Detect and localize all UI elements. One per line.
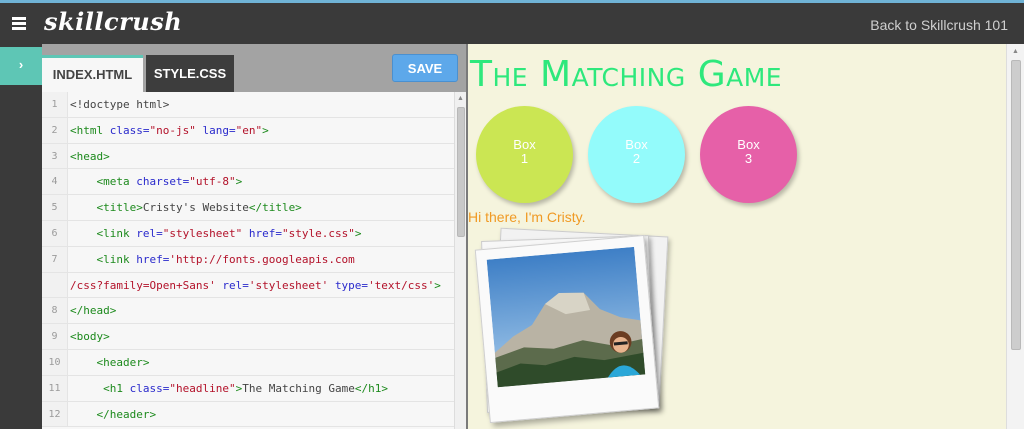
line-number: 9 — [42, 324, 68, 349]
code-line: 8 </head> — [42, 298, 454, 325]
skillcrush-logo[interactable]: skillcrush — [44, 7, 182, 36]
scroll-up-arrow-icon[interactable]: ▲ — [1012, 48, 1019, 55]
tab-bar: INDEX.HTML STYLE.CSS SAVE — [42, 44, 466, 92]
save-button[interactable]: SAVE — [392, 54, 458, 82]
box-number: 1 — [520, 151, 529, 166]
photo-stack — [474, 227, 672, 424]
code-text: <header> — [96, 355, 150, 369]
preview-scrollbar[interactable]: ▲ — [1006, 44, 1024, 429]
profile-photo — [474, 234, 660, 424]
line-number: 1 — [42, 92, 68, 117]
box-1[interactable]: Box 1 — [476, 106, 573, 203]
box-3[interactable]: Box 3 — [700, 106, 797, 203]
line-number: 6 — [42, 220, 68, 246]
tab-index-html[interactable]: INDEX.HTML — [42, 55, 143, 92]
box-2[interactable]: Box 2 — [588, 106, 685, 203]
box-label: Box — [625, 137, 648, 152]
line-number: 10 — [42, 349, 68, 375]
back-link[interactable]: Back to Skillcrush 101 — [870, 17, 1008, 33]
box-label: Box — [513, 137, 536, 152]
top-bar: skillcrush Back to Skillcrush 101 — [0, 0, 1024, 44]
code-line: 12 </header> — [42, 401, 454, 428]
greeting-text: Hi there, I'm Cristy. — [468, 209, 586, 225]
code-line: 3 <head> — [42, 143, 454, 170]
code-text: <title>Cristy's Website</title> — [96, 201, 302, 215]
editor-scrollbar[interactable]: ▲ — [454, 92, 466, 429]
line-number: 3 — [42, 143, 68, 169]
code-text: </header> — [96, 407, 157, 421]
code-text: <html class="no-js" lang="en"> — [70, 123, 269, 137]
tab-style-css[interactable]: STYLE.CSS — [146, 55, 234, 92]
code-area[interactable]: 1 <!doctype html> 2 <html class="no-js" la… — [42, 92, 454, 429]
code-line: 4 <meta charset="utf-8"> — [42, 169, 454, 196]
code-line: 11 <h1 class="headline">The Matching Gam… — [42, 375, 454, 402]
code-text: <meta charset="utf-8"> — [96, 175, 243, 189]
mountain-photo-image — [486, 246, 646, 388]
line-number: 4 — [42, 169, 68, 195]
preview-scroll-thumb[interactable] — [1011, 60, 1021, 350]
code-editor: INDEX.HTML STYLE.CSS SAVE 1 <!doctype htm… — [42, 44, 466, 429]
hamburger-menu-icon[interactable] — [12, 17, 26, 30]
code-text: <head> — [70, 149, 110, 163]
code-text: <h1 class="headline">The Matching Game</… — [103, 381, 388, 395]
box-number: 3 — [744, 151, 753, 166]
code-text: <body> — [70, 330, 110, 344]
line-number: 12 — [42, 401, 68, 427]
code-line: /css?family=Open+Sans' rel='stylesheet' … — [42, 272, 454, 299]
code-line: 1 <!doctype html> — [42, 92, 454, 118]
scroll-up-arrow-icon[interactable]: ▲ — [457, 95, 464, 102]
code-line: 5 <title>Cristy's Website</title> — [42, 195, 454, 221]
line-number: 5 — [42, 195, 68, 220]
preview-pane: The Matching Game Box 1 Box 2 Box 3 Hi t… — [466, 44, 1024, 429]
line-number: 8 — [42, 298, 68, 324]
line-number: 11 — [42, 375, 68, 401]
code-text: <link href='http://fonts.googleapis.com — [96, 252, 355, 266]
code-line: 9 <body> — [42, 324, 454, 350]
line-number: 2 — [42, 117, 68, 143]
sidebar-toggle-chevron-icon[interactable]: › — [0, 47, 42, 85]
code-text: /css?family=Open+Sans' rel='stylesheet' … — [70, 278, 441, 292]
code-line: 2 <html class="no-js" lang="en"> — [42, 117, 454, 144]
page-title: The Matching Game — [470, 54, 783, 95]
code-line: 10 <header> — [42, 349, 454, 376]
box-number: 2 — [632, 151, 641, 166]
left-strip — [0, 44, 42, 429]
box-label: Box — [737, 137, 760, 152]
line-number — [42, 272, 68, 298]
code-text: </head> — [70, 304, 117, 318]
line-number: 7 — [42, 246, 68, 272]
code-line: 6 <link rel="stylesheet" href="style.css… — [42, 220, 454, 247]
editor-scroll-thumb[interactable] — [457, 107, 465, 237]
code-line: 7 <link href='http://fonts.googleapis.co… — [42, 246, 454, 273]
code-text: <!doctype html> — [70, 98, 170, 111]
code-text: <link rel="stylesheet" href="style.css"> — [96, 226, 362, 240]
